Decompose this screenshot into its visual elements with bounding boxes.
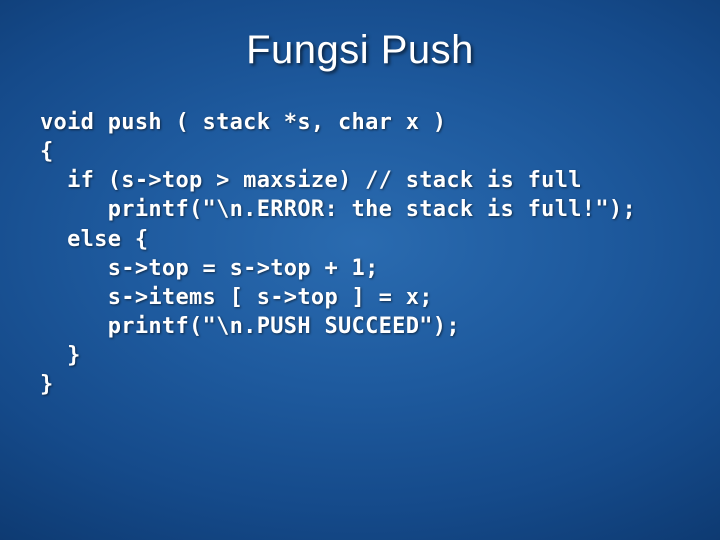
code-block: void push ( stack *s, char x ) { if (s->… [40,109,680,401]
slide-title: Fungsi Push [40,28,680,73]
code-content: void push ( stack *s, char x ) { if (s->… [40,110,636,397]
slide: Fungsi Push void push ( stack *s, char x… [0,0,720,540]
